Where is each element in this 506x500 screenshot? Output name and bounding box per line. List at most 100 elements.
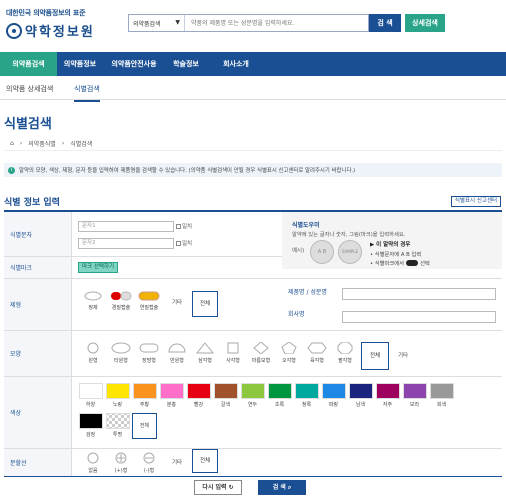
form-type-label: 제형 xyxy=(4,279,72,330)
breadcrumb-item[interactable]: 식별검색 xyxy=(70,139,92,148)
color-option-4[interactable]: 빨강 xyxy=(186,383,211,409)
color-option-9[interactable]: 파랑 xyxy=(321,383,346,409)
form-option-hard-capsule[interactable]: 경질캡슐 xyxy=(108,291,134,319)
divide-option-plus[interactable]: (+)형 xyxy=(108,452,134,480)
square-shape-icon xyxy=(227,342,239,354)
submit-search-button[interactable]: 검 색 ⌕ xyxy=(258,480,306,495)
shape-option-label: 사각형 xyxy=(226,358,240,364)
shape-option-triangle[interactable]: 삼각형 xyxy=(192,342,218,370)
triangle-shape-icon xyxy=(195,342,215,354)
guide-line-2: • 식별마크에서 선택 xyxy=(370,259,430,267)
pill-sample-front: A B xyxy=(310,240,334,264)
form-option-tablet[interactable]: 정제 xyxy=(80,291,106,319)
color-swatch xyxy=(375,383,400,399)
shape-option-hexagon[interactable]: 육각형 xyxy=(304,342,330,370)
shape-option-all[interactable]: 전체 xyxy=(361,342,389,370)
nav-item-academic[interactable]: 학술정보 xyxy=(165,52,207,76)
advanced-search-button[interactable]: 상세검색 xyxy=(405,14,445,32)
shape-option-label: 마름모형 xyxy=(251,358,271,364)
shape-option-label: 반원형 xyxy=(170,358,184,364)
shape-option-semicircle[interactable]: 반원형 xyxy=(164,342,190,370)
divide-label: 분할선 xyxy=(4,449,72,476)
color-option-12[interactable]: 보라 xyxy=(402,383,427,409)
breadcrumb-item[interactable]: 의약품식별 xyxy=(28,139,56,148)
select-mark-button[interactable]: 마크 선택하기 xyxy=(78,262,119,273)
divide-option-minus[interactable]: (-)형 xyxy=(136,452,162,480)
search-input[interactable] xyxy=(185,15,368,31)
logo-subtitle: 대한민국 의약품정보의 표준 xyxy=(6,9,86,17)
shape-option-label: 타원형 xyxy=(114,358,128,364)
shape-option-label: 육각형 xyxy=(310,358,324,364)
product-name-label: 제품명 / 성분명 xyxy=(288,289,327,296)
color-option-1[interactable]: 노랑 xyxy=(105,383,130,409)
nav-item-drug-info[interactable]: 의약품정보 xyxy=(57,52,103,76)
color-option-10[interactable]: 남색 xyxy=(348,383,373,409)
color-option-15[interactable]: 투명 xyxy=(105,413,130,439)
shape-option-etc[interactable]: 기타 xyxy=(392,345,414,367)
color-swatch xyxy=(78,413,103,429)
shape-option-octagon[interactable]: 팔각형 xyxy=(332,342,358,370)
reset-button[interactable]: 다시 입력 ↻ xyxy=(194,480,242,495)
color-option-label: 분홍 xyxy=(166,402,177,408)
subnav-item-identify-search[interactable]: 식별검색 xyxy=(74,84,100,102)
color-option-label: 주황 xyxy=(139,402,150,408)
plus-line-icon xyxy=(115,452,127,464)
guide-desc: 알약에 있는 글자나 숫자, 그림(마크)을 입력하세요. xyxy=(292,232,406,238)
color-swatch xyxy=(321,383,346,399)
shape-option-pentagon[interactable]: 오각형 xyxy=(276,342,302,370)
subnav-item-detail-search[interactable]: 의약품 상세검색 xyxy=(6,84,53,94)
nav-item-company[interactable]: 회사소개 xyxy=(207,52,265,76)
color-option-5[interactable]: 갈색 xyxy=(213,383,238,409)
shape-option-oval[interactable]: 타원형 xyxy=(108,342,134,370)
shape-option-diamond[interactable]: 마름모형 xyxy=(248,342,274,370)
shape-row: 모양 원형 타원형 장방형 반원형 삼각형 사각형 마름모형 오각형 육각형 팔… xyxy=(4,331,502,377)
sub-nav: 의약품 상세검색 식별검색 xyxy=(0,76,506,102)
logo[interactable]: 약학정보원 xyxy=(6,21,95,40)
color-option-label: 검정 xyxy=(85,432,96,438)
form-option-all[interactable]: 전체 xyxy=(192,291,218,317)
section-title: 식별 정보 입력 xyxy=(4,198,60,208)
color-label: 색상 xyxy=(4,377,72,448)
color-option-6[interactable]: 연두 xyxy=(240,383,265,409)
color-option-2[interactable]: 주황 xyxy=(132,383,157,409)
divide-option-etc[interactable]: 기타 xyxy=(166,452,188,474)
mark-text-input-2[interactable]: 문자2 xyxy=(78,238,174,249)
color-option-13[interactable]: 회색 xyxy=(429,383,454,409)
color-option-14[interactable]: 검정 xyxy=(78,413,103,439)
color-swatch xyxy=(186,383,211,399)
divide-option-all[interactable]: 전체 xyxy=(192,449,218,473)
nav-item-drug-safety[interactable]: 의약품안전사용 xyxy=(103,52,165,76)
search-button[interactable]: 검 색 xyxy=(369,14,401,32)
color-swatch xyxy=(348,383,373,399)
color-option-16[interactable]: 전체 xyxy=(132,413,157,439)
guide-example-label: 예시) xyxy=(292,248,305,254)
color-option-0[interactable]: 하양 xyxy=(78,383,103,409)
company-input[interactable] xyxy=(342,311,496,323)
report-center-button[interactable]: 식별표시 신고센터 xyxy=(451,196,501,207)
form-option-soft-capsule[interactable]: 연질캡슐 xyxy=(136,291,162,319)
logo-text: 약학정보원 xyxy=(25,25,95,40)
color-option-3[interactable]: 분홍 xyxy=(159,383,184,409)
shape-option-circle[interactable]: 원형 xyxy=(80,342,106,370)
exact-match-checkbox-1[interactable]: 일치 xyxy=(176,222,192,230)
divide-option-none[interactable]: 없음 xyxy=(80,452,106,480)
search-icon: ⌕ xyxy=(287,484,292,491)
color-option-label: 전체 xyxy=(139,423,150,429)
color-option-label: 회색 xyxy=(436,402,447,408)
shape-option-label: 원형 xyxy=(88,358,98,364)
exact-match-checkbox-2[interactable]: 일치 xyxy=(176,239,192,247)
color-option-label: 초록 xyxy=(274,402,285,408)
search-category-select[interactable]: 의약품검색 ▼ xyxy=(129,15,185,31)
form-option-etc[interactable]: 기타 xyxy=(166,292,188,314)
shape-option-square[interactable]: 사각형 xyxy=(220,342,246,370)
color-option-8[interactable]: 청록 xyxy=(294,383,319,409)
shape-option-oblong[interactable]: 장방형 xyxy=(136,342,162,370)
color-option-11[interactable]: 자주 xyxy=(375,383,400,409)
color-option-7[interactable]: 초록 xyxy=(267,383,292,409)
product-name-input[interactable] xyxy=(342,288,496,300)
home-icon[interactable]: ⌂ xyxy=(10,140,14,147)
nav-item-drug-search[interactable]: 의약품검색 xyxy=(0,52,57,76)
mark-text-label: 식별문자 xyxy=(4,212,72,256)
notice-bar: i 알약의 모양, 색상, 제형, 문자 등을 입력하여 제품명을 검색할 수 … xyxy=(4,163,502,177)
mark-text-input-1[interactable]: 문자1 xyxy=(78,221,174,232)
